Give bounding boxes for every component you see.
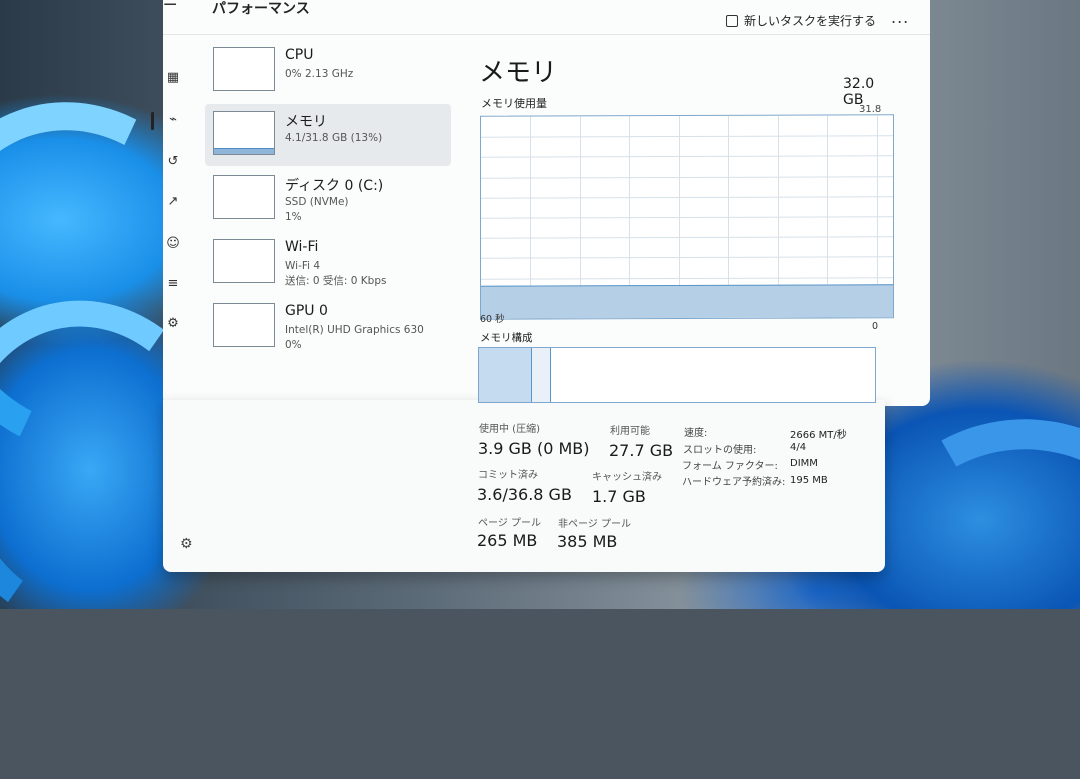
paged-pool-value: 265 MB xyxy=(477,531,538,550)
speed-value: 2666 MT/秒 xyxy=(790,430,847,441)
active-indicator xyxy=(151,112,154,130)
resource-detail: SSD (NVMe) 1% xyxy=(285,196,349,223)
more-options-button[interactable]: ... xyxy=(891,8,909,27)
usage-graph-label: メモリ使用量 xyxy=(481,97,547,110)
run-new-task-label: 新しいタスクを実行する xyxy=(744,14,877,28)
details-icon[interactable]: ≡ xyxy=(163,274,183,294)
in-use-label: 使用中 (圧縮) xyxy=(479,424,540,435)
resource-item-disk[interactable]: ディスク 0 (C:) SSD (NVMe) 1% xyxy=(205,168,451,230)
composition-modified xyxy=(532,348,551,402)
resource-detail: Intel(R) UHD Graphics 630 0% xyxy=(285,324,424,351)
hardware-reserved-label: ハードウェア予約済み: xyxy=(682,477,786,488)
graph-axis-right: 0 xyxy=(872,321,879,332)
slots-value: 4/4 xyxy=(790,442,807,453)
run-new-task-button[interactable]: 新しいタスクを実行する xyxy=(726,12,876,29)
composition-in-use xyxy=(479,348,532,402)
speed-label: 速度: xyxy=(684,428,708,439)
services-icon[interactable]: ⚙ xyxy=(163,314,183,334)
resource-title: GPU 0 xyxy=(285,303,328,319)
memory-usage-graph xyxy=(480,114,894,320)
paged-pool-label: ページ プール xyxy=(478,518,541,529)
available-label: 利用可能 xyxy=(610,426,650,437)
memory-usage-fill xyxy=(481,284,893,319)
processes-icon[interactable]: ▦ xyxy=(163,68,183,88)
cached-label: キャッシュ済み xyxy=(592,472,662,483)
resource-detail: Wi-Fi 4 送信: 0 受信: 0 Kbps xyxy=(285,260,387,287)
composition-label: メモリ構成 xyxy=(480,332,533,344)
nonpaged-pool-label: 非ページ プール xyxy=(558,519,631,530)
resource-title: CPU xyxy=(285,47,314,63)
new-task-icon xyxy=(726,14,738,27)
resource-item-cpu[interactable]: CPU 0% 2.13 GHz xyxy=(205,40,451,102)
resource-thumbnail xyxy=(213,303,275,347)
panel-title: メモリ xyxy=(479,58,558,88)
hardware-reserved-value: 195 MB xyxy=(790,475,828,486)
resource-detail: 4.1/31.8 GB (13%) xyxy=(285,132,383,144)
resource-item-gpu[interactable]: GPU 0 Intel(R) UHD Graphics 630 0% xyxy=(205,296,451,358)
in-use-value: 3.9 GB (0 MB) xyxy=(478,439,590,458)
nonpaged-pool-value: 385 MB xyxy=(557,532,618,551)
cached-value: 1.7 GB xyxy=(592,487,646,506)
slots-label: スロットの使用: xyxy=(683,445,757,456)
memory-composition-bar xyxy=(478,347,876,403)
page-title: パフォーマンス xyxy=(212,1,310,17)
committed-label: コミット済み xyxy=(478,470,538,481)
resource-title: メモリ xyxy=(285,114,327,130)
available-value: 27.7 GB xyxy=(609,441,674,460)
resource-item-memory[interactable]: メモリ 4.1/31.8 GB (13%) xyxy=(205,104,451,166)
resource-thumbnail xyxy=(213,111,275,155)
users-icon[interactable]: ☺ xyxy=(163,234,183,254)
settings-icon[interactable]: ⚙ xyxy=(180,536,193,552)
resource-item-wifi[interactable]: Wi-Fi Wi-Fi 4 送信: 0 受信: 0 Kbps xyxy=(205,232,451,294)
form-factor-label: フォーム ファクター: xyxy=(682,461,778,472)
menu-icon[interactable]: ☰ xyxy=(163,0,177,9)
app-history-icon[interactable]: ↺ xyxy=(163,152,183,172)
resource-title: Wi-Fi xyxy=(285,239,319,255)
resource-list: CPU 0% 2.13 GHz メモリ 4.1/31.8 GB (13%) ディ… xyxy=(205,40,455,360)
resource-thumbnail xyxy=(213,47,275,91)
title-bar: ☰ パフォーマンス 新しいタスクを実行する ... xyxy=(163,0,930,35)
form-factor-value: DIMM xyxy=(790,458,818,469)
resource-thumbnail xyxy=(213,175,275,219)
committed-value: 3.6/36.8 GB xyxy=(477,485,572,504)
resource-title: ディスク 0 (C:) xyxy=(285,178,384,194)
graph-axis-left: 60 秒 xyxy=(480,314,505,325)
resource-thumbnail xyxy=(213,239,275,283)
performance-icon[interactable]: ⌁ xyxy=(163,110,183,130)
resource-detail: 0% 2.13 GHz xyxy=(285,68,354,80)
startup-apps-icon[interactable]: ↗ xyxy=(163,192,183,212)
